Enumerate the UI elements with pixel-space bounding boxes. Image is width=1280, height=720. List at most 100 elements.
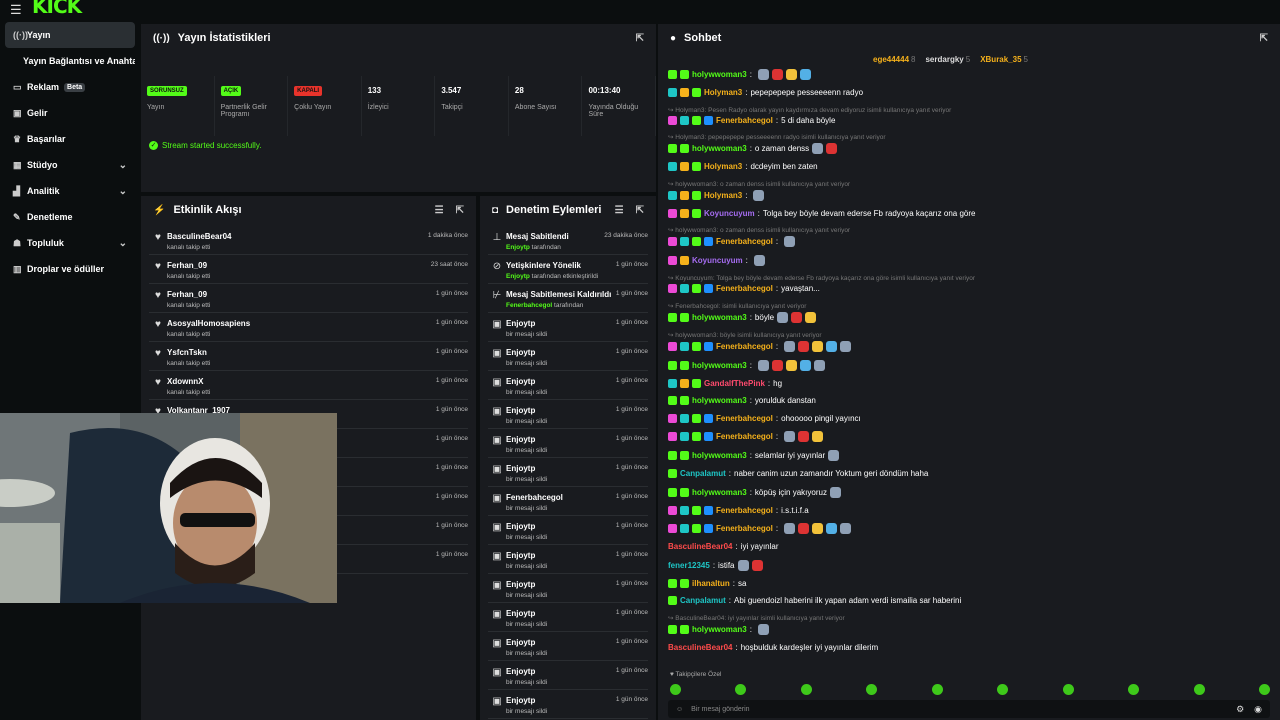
chat-username[interactable]: Fenerbahcegol (716, 284, 773, 293)
sidebar-item-4[interactable]: ♛ Başarılar (5, 126, 135, 152)
sidebar-item-7[interactable]: ✎ Denetleme (5, 204, 135, 230)
emote-shortcut-icon[interactable] (735, 684, 747, 695)
sidebar-item-6[interactable]: ▟ Analitik ⌄ (5, 178, 135, 204)
moderation-desc: bir mesajı sildi (506, 708, 612, 715)
chat-username[interactable]: Fenerbahcegol (716, 432, 773, 441)
chat-username[interactable]: holywwoman3 (692, 396, 747, 405)
stat-label: Yayında Olduğu Süre (588, 104, 639, 118)
emote-shortcut-icon[interactable] (1258, 684, 1270, 695)
settings-icon[interactable]: ◉ (1254, 704, 1262, 715)
user-badge-icon (692, 524, 701, 533)
emote-shortcut-icon[interactable] (1128, 684, 1140, 695)
sidebar-item-5[interactable]: ▦ Stüdyo ⌄ (5, 152, 135, 178)
gifter-2[interactable]: XBurak_35 5 (980, 55, 1028, 64)
chat-username[interactable]: BasculineBear04 (668, 643, 732, 652)
chat-username[interactable]: Canpalamut (680, 596, 726, 605)
emote-shortcut-icon[interactable] (670, 684, 681, 695)
sidebar-item-2[interactable]: ▭ Reklam Beta (5, 74, 135, 100)
chat-username[interactable]: Holyman3 (704, 162, 742, 171)
chat-username[interactable]: Koyuncuyum (704, 209, 755, 218)
kick-logo[interactable]: KICK (32, 0, 82, 18)
chat-username[interactable]: Koyuncuyum (692, 256, 743, 265)
stat-3: 133 İzleyici (362, 76, 436, 136)
chat-username[interactable]: holywwoman3 (692, 70, 747, 79)
chat-username[interactable]: holywwoman3 (692, 451, 747, 460)
sidebar-item-label: Reklam (27, 82, 60, 92)
stat-label: Takipçi (441, 104, 463, 111)
emote-icon (799, 69, 811, 80)
chat-username[interactable]: Fenerbahcegol (716, 414, 773, 423)
gifter-0[interactable]: ege44444 8 (873, 55, 915, 64)
chat-reply-context: ↪ Fenerbahcegol: isimli kullanıcıya yanı… (668, 302, 807, 310)
emote-shortcut-icon[interactable] (931, 684, 943, 695)
popout-icon[interactable]: ⇱ (1260, 33, 1268, 44)
moderation-row: ▣ Enjoytp bir mesajı sildi 1 gün önce (488, 371, 648, 400)
popout-icon[interactable]: ⇱ (636, 205, 644, 216)
translate-icon[interactable]: ⚙ (1236, 704, 1244, 715)
chevron-down-icon[interactable]: ⌄ (119, 160, 127, 171)
trash-icon: ▣ (492, 696, 502, 707)
sidebar-item-8[interactable]: ☗ Topluluk ⌄ (5, 230, 135, 256)
chat-username[interactable]: Fenerbahcegol (716, 506, 773, 515)
chevron-down-icon[interactable]: ⌄ (119, 186, 127, 197)
filter-icon[interactable]: ☰ (615, 205, 624, 216)
activity-user[interactable]: Ferhan_09 (167, 261, 427, 270)
activity-user[interactable]: YsfcnTskn (167, 348, 432, 357)
user-badge-icon (680, 487, 689, 497)
chat-username[interactable]: Fenerbahcegol (716, 342, 773, 351)
moderation-title: Denetim Eylemleri (506, 204, 602, 216)
chat-input[interactable]: ☺ Bir mesaj gönderin ⚙ ◉ (668, 700, 1270, 718)
sidebar-item-3[interactable]: ▣ Gelir (5, 100, 135, 126)
emote-shortcut-icon[interactable] (800, 684, 812, 695)
activity-user[interactable]: AsosyalHomosapiens (167, 319, 432, 328)
moderation-action: Mesaj Sabitlendi (506, 232, 569, 241)
menu-icon[interactable]: ☰ (10, 2, 22, 18)
sidebar-item-0[interactable]: ((·)) Yayın (5, 22, 135, 48)
chat-username[interactable]: Fenerbahcegol (716, 116, 773, 125)
chat-username[interactable]: Canpalamut (680, 469, 726, 478)
chat-username[interactable]: holywwoman3 (692, 361, 747, 370)
chat-username[interactable]: BasculineBear04 (668, 542, 732, 551)
chat-username[interactable]: ilhanaltun (692, 579, 730, 588)
emoji-icon[interactable]: ☺ (676, 706, 683, 713)
moderation-action: Enjoytp (506, 609, 536, 618)
sidebar-item-1[interactable]: Yayın Bağlantısı ve Anahtarı (5, 48, 135, 74)
activity-user[interactable]: Ferhan_09 (167, 290, 432, 299)
activity-user[interactable]: BasculineBear04 (167, 232, 424, 241)
chat-username[interactable]: fener12345 (668, 561, 710, 570)
emote-shortcut-icon[interactable] (1193, 684, 1205, 695)
chat-username[interactable]: Fenerbahcegol (716, 237, 773, 246)
emote-shortcut-icon[interactable] (1062, 684, 1074, 695)
chat-username[interactable]: holywwoman3 (692, 488, 747, 497)
chat-message: Fenerbahcegol: (668, 431, 1270, 442)
moderation-actor[interactable]: Enjoytp (506, 273, 530, 280)
chat-username[interactable]: Fenerbahcegol (716, 524, 773, 533)
activity-user[interactable]: XdownnX (167, 377, 432, 386)
popout-icon[interactable]: ⇱ (456, 205, 464, 216)
chat-username[interactable]: Holyman3 (704, 191, 742, 200)
popout-icon[interactable]: ⇱ (636, 33, 644, 44)
gifter-name: XBurak_35 (980, 55, 1022, 64)
moderation-actor[interactable]: Enjoytp (506, 244, 530, 251)
sidebar-item-label: Analitik (27, 186, 60, 196)
chart-icon: ▟ (13, 185, 20, 196)
chat-username[interactable]: holywwoman3 (692, 313, 747, 322)
sidebar-item-9[interactable]: ▥ Droplar ve ödüller (5, 256, 135, 282)
moderation-text: Enjoytp bir mesajı sildi (506, 667, 612, 686)
chevron-down-icon[interactable]: ⌄ (119, 238, 127, 249)
money-icon: ▣ (13, 107, 22, 118)
emote-shortcut-icon[interactable] (997, 684, 1009, 695)
chat-text: dcdeyim ben zaten (750, 162, 818, 171)
chat-colon: : (775, 505, 779, 515)
top-gifters: ege44444 8 serdargky 5 XBurak_35 5 (873, 55, 1028, 64)
emote-shortcut-icon[interactable] (866, 684, 878, 695)
chat-username[interactable]: holywwoman3 (692, 144, 747, 153)
moderation-actor[interactable]: Fenerbahcegol (506, 302, 552, 309)
chat-username[interactable]: holywwoman3 (692, 625, 747, 634)
gifter-1[interactable]: serdargky 5 (925, 55, 970, 64)
chat-username[interactable]: Holyman3 (704, 88, 742, 97)
filter-icon[interactable]: ☰ (435, 205, 444, 216)
user-badge-icon (668, 469, 677, 478)
chat-username[interactable]: GandalfThePink (704, 379, 765, 388)
trash-icon: ▣ (492, 609, 502, 620)
